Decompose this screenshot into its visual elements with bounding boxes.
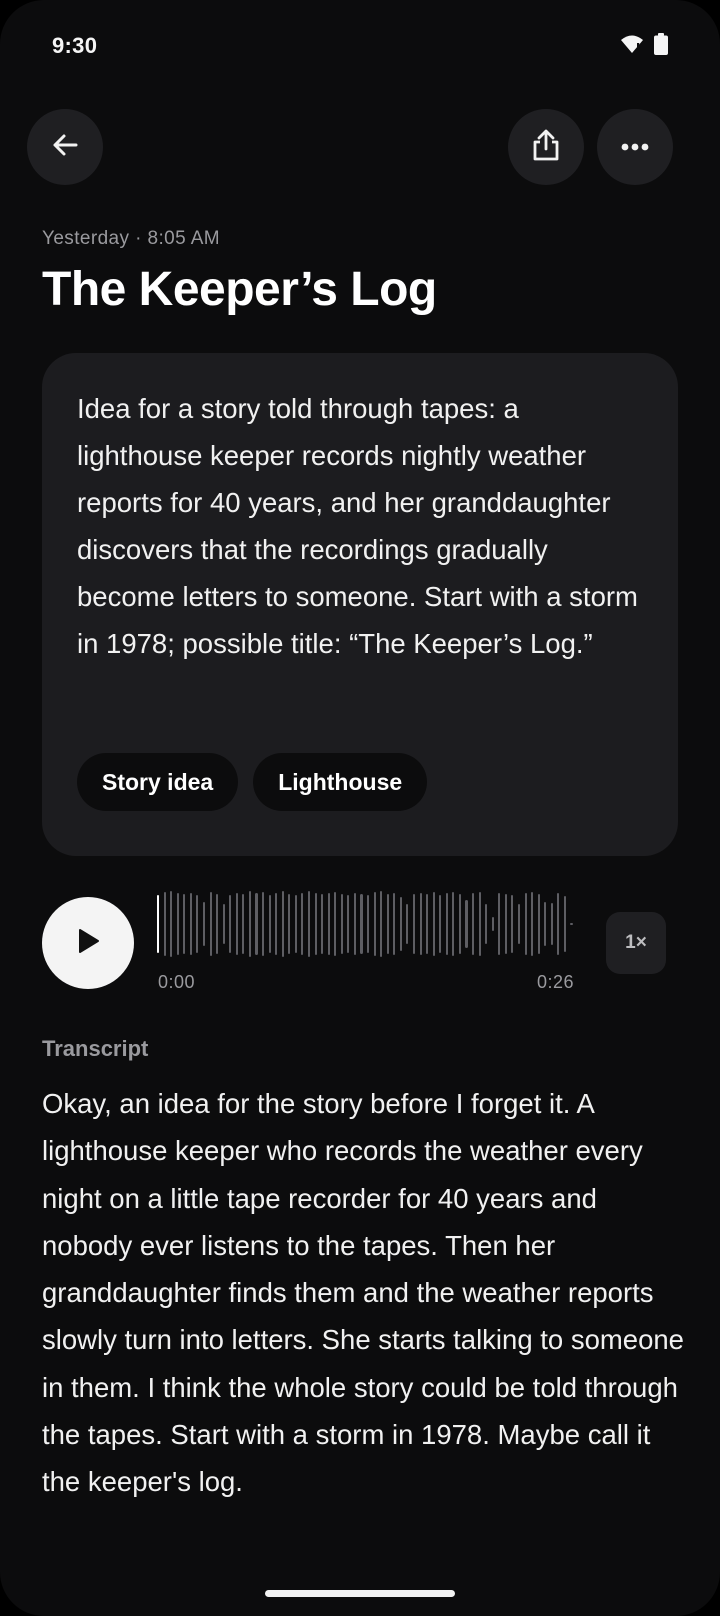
waveform-bar [531, 892, 534, 956]
more-options-button[interactable] [597, 109, 673, 185]
waveform-bar [202, 902, 205, 946]
waveform-bar [380, 891, 383, 957]
voice-note-detail-screen: 9:30 Yesterday · 8:05 AM The Keeper’s Lo… [0, 0, 720, 1616]
waveform-bar [176, 893, 179, 955]
waveform-bar [544, 902, 547, 946]
waveform-bar [439, 895, 442, 953]
waveform-bar [550, 903, 553, 945]
share-icon [531, 128, 561, 167]
waveform-bar [183, 894, 186, 954]
waveform-bar [399, 897, 402, 951]
status-bar: 9:30 [52, 28, 668, 64]
waveform-bar [189, 893, 192, 955]
waveform-bar [367, 895, 370, 953]
waveform-bar [412, 894, 415, 954]
waveform-bar [262, 892, 265, 956]
transcript-heading: Transcript [42, 1036, 149, 1061]
waveform-bar [248, 891, 251, 957]
tag-chip-story-idea[interactable]: Story idea [77, 753, 239, 811]
waveform-bar [268, 895, 271, 953]
waveform-bar [465, 900, 468, 948]
waveform-bar [196, 895, 199, 953]
duration: 0:26 [537, 972, 575, 992]
waveform-bar [294, 895, 297, 953]
waveform-bar [472, 893, 475, 955]
waveform-bar [504, 894, 507, 954]
status-time: 9:30 [52, 33, 98, 58]
waveform-bar [393, 893, 396, 955]
waveform-bar [307, 891, 310, 957]
waveform-bar [432, 892, 435, 956]
waveform-bar [563, 896, 566, 952]
waveform-bar [491, 917, 494, 931]
waveform-bar [301, 893, 304, 955]
waveform-bar [209, 892, 212, 956]
waveform-bar [360, 894, 363, 954]
waveform-bar [334, 892, 337, 956]
waveform-bar [281, 891, 284, 957]
waveform-bar [222, 904, 225, 944]
waveform-bar [347, 895, 350, 953]
waveform-bar [498, 893, 501, 955]
note-date: Yesterday · 8:05 AM [42, 228, 220, 249]
play-icon [75, 927, 101, 960]
waveform-bar [517, 904, 520, 944]
waveform-bar [327, 893, 330, 955]
playback-speed-button[interactable]: 1× [606, 912, 666, 974]
waveform-bar [406, 904, 409, 944]
waveform-bar [340, 894, 343, 954]
tag-chip-lighthouse[interactable]: Lighthouse [253, 753, 428, 811]
note-title: The Keeper’s Log [42, 263, 437, 316]
waveform-bar [242, 894, 245, 954]
waveform-bar [478, 892, 481, 956]
waveform-bar [373, 892, 376, 956]
waveform-bar [419, 893, 422, 955]
more-horizontal-icon [621, 138, 649, 156]
tag-list: Story idea Lighthouse [77, 753, 428, 811]
home-indicator[interactable] [265, 1590, 455, 1597]
waveform-bar [445, 893, 448, 955]
summary-card: Idea for a story told through tapes: a l… [42, 353, 678, 856]
waveform-bar [216, 894, 219, 954]
share-button[interactable] [508, 109, 584, 185]
waveform-bar [163, 892, 166, 956]
waveform-bar [353, 893, 356, 955]
waveform-bar [321, 894, 324, 954]
waveform-bar [386, 894, 389, 954]
battery-icon [654, 32, 668, 60]
waveform-bar [229, 895, 232, 953]
play-button[interactable] [42, 897, 134, 989]
waveform-bar [452, 892, 455, 956]
waveform-bar [157, 895, 160, 953]
waveform-bar [570, 923, 573, 925]
waveform-bar [288, 894, 291, 954]
waveform-bar [275, 893, 278, 955]
waveform-bar [485, 904, 488, 944]
waveform-bar [458, 894, 461, 954]
waveform-bar [524, 893, 527, 955]
wifi-icon [620, 34, 644, 59]
transcript-text: Okay, an idea for the story before I for… [42, 1088, 684, 1498]
current-time: 0:00 [158, 972, 196, 992]
waveform-bar [314, 893, 317, 955]
waveform-bar [255, 893, 258, 955]
waveform-bar [557, 893, 560, 955]
waveform-bar [511, 895, 514, 953]
summary-text: Idea for a story told through tapes: a l… [77, 393, 638, 659]
waveform-bar [235, 893, 238, 955]
waveform-bar [537, 894, 540, 954]
status-icons [620, 32, 668, 60]
arrow-left-icon [50, 130, 80, 165]
back-button[interactable] [27, 109, 103, 185]
waveform-bar [426, 894, 429, 954]
audio-waveform-scrubber[interactable] [157, 888, 577, 960]
waveform-bar [170, 891, 173, 957]
